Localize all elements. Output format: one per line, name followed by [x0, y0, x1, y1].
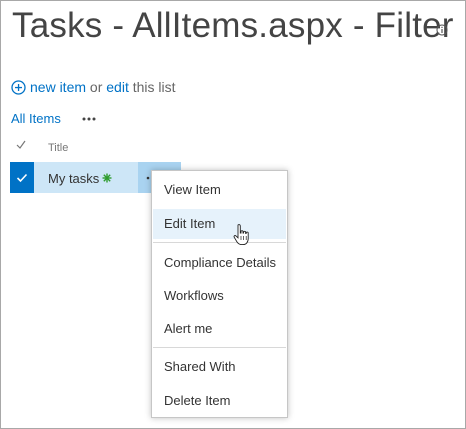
row-select-checkbox[interactable] — [10, 162, 34, 193]
list-header: Title — [0, 136, 200, 160]
row-title[interactable]: My tasks — [48, 171, 99, 186]
menu-item-delete-item[interactable]: Delete Item — [153, 386, 286, 416]
menu-item-compliance-details[interactable]: Compliance Details — [153, 248, 286, 278]
checkmark-icon — [16, 173, 28, 182]
add-circle-icon[interactable] — [11, 79, 26, 95]
this-list-text: this list — [132, 79, 176, 95]
menu-item-edit-item[interactable]: Edit Item — [153, 209, 286, 239]
new-item-link[interactable]: new item — [30, 79, 86, 95]
item-context-menu: View Item Edit Item Compliance Details W… — [151, 170, 288, 418]
menu-item-workflows[interactable]: Workflows — [153, 281, 286, 311]
edit-list-link[interactable]: edit — [106, 79, 129, 95]
new-item-badge-icon — [102, 173, 112, 183]
page-title: Tasks - AllItems.aspx - Filter — [12, 6, 454, 45]
menu-item-view-item[interactable]: View Item — [153, 175, 286, 205]
menu-divider — [153, 347, 286, 348]
view-all-items[interactable]: All Items — [11, 111, 61, 126]
column-header-title[interactable]: Title — [48, 142, 68, 154]
hand-pointer-icon — [233, 224, 249, 246]
command-bar: new item or edit this list — [11, 79, 176, 95]
view-selector: All Items — [11, 111, 97, 126]
info-icon[interactable] — [436, 24, 448, 36]
menu-item-shared-with[interactable]: Shared With — [153, 352, 286, 382]
or-text: or — [89, 79, 103, 95]
menu-divider — [153, 242, 286, 243]
more-views-icon[interactable] — [81, 116, 97, 122]
menu-item-alert-me[interactable]: Alert me — [153, 314, 286, 344]
select-all-check-icon[interactable] — [16, 140, 26, 150]
